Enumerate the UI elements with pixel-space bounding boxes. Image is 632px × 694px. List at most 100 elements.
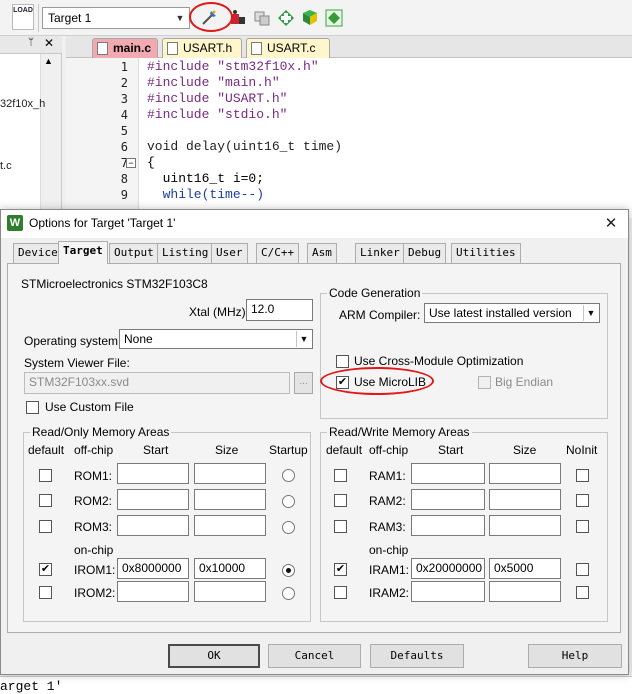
irom1-label: IROM1: xyxy=(74,563,116,577)
tab-usart-c[interactable]: USART.c xyxy=(246,38,330,58)
rom3-start-input[interactable] xyxy=(117,515,189,536)
line-number: 2 xyxy=(120,76,128,90)
iram2-default-checkbox[interactable] xyxy=(334,586,347,599)
irom2-size-input[interactable] xyxy=(194,581,266,602)
chevron-down-icon[interactable]: ▼ xyxy=(296,331,311,347)
iram1-default-checkbox[interactable]: ✔ xyxy=(334,563,347,576)
ok-button[interactable]: OK xyxy=(168,644,260,668)
ram3-size-input[interactable] xyxy=(489,515,561,536)
ram1-start-input[interactable] xyxy=(411,463,485,484)
tab-target[interactable]: Target xyxy=(58,241,108,264)
ram2-start-input[interactable] xyxy=(411,489,485,510)
rom2-default-checkbox[interactable] xyxy=(39,494,52,507)
close-icon[interactable]: ✕ xyxy=(44,36,54,50)
tab-utilities[interactable]: Utilities xyxy=(451,243,521,263)
irom2-start-input[interactable] xyxy=(117,581,189,602)
tab-listing[interactable]: Listing xyxy=(157,243,214,263)
cross-module-checkbox[interactable] xyxy=(336,355,349,368)
rom1-start-input[interactable] xyxy=(117,463,189,484)
use-custom-file-checkbox[interactable] xyxy=(26,401,39,414)
irom1-default-checkbox[interactable]: ✔ xyxy=(39,563,52,576)
keil-logo-icon: W xyxy=(7,215,23,231)
iram2-size-input[interactable] xyxy=(489,581,561,602)
tab-debug[interactable]: Debug xyxy=(403,243,447,263)
iram1-size-input[interactable]: 0x5000 xyxy=(489,558,561,579)
line-number: 4 xyxy=(120,108,128,122)
iram2-start-input[interactable] xyxy=(411,581,485,602)
rom2-startup-radio[interactable] xyxy=(282,495,295,508)
copy-icon[interactable] xyxy=(252,8,272,28)
tab-usart-h[interactable]: USART.h xyxy=(162,38,242,58)
iram2-noinit-checkbox[interactable] xyxy=(576,586,589,599)
ram2-size-input[interactable] xyxy=(489,489,561,510)
load-icon[interactable]: LOAD xyxy=(12,4,34,30)
tab-device[interactable]: Device xyxy=(13,243,63,263)
rom3-size-input[interactable] xyxy=(194,515,266,536)
rom3-default-checkbox[interactable] xyxy=(39,520,52,533)
annotation-circle-microlib xyxy=(320,367,434,395)
code-line: { xyxy=(147,155,155,170)
tab-user[interactable]: User xyxy=(211,243,248,263)
rom1-startup-radio[interactable] xyxy=(282,469,295,482)
toolbar: LOAD Target 1 ▼ xyxy=(0,0,632,36)
project-tree-item[interactable]: t.c xyxy=(0,160,12,172)
close-button[interactable]: ✕ xyxy=(599,214,623,234)
big-endian-checkbox[interactable] xyxy=(478,376,491,389)
project-tree-item[interactable]: 32f10x_h xyxy=(0,98,45,110)
arm-compiler-select[interactable]: Use latest installed version ▼ xyxy=(424,303,600,323)
manage-components-icon[interactable] xyxy=(276,8,296,28)
ram2-label: RAM2: xyxy=(369,494,406,508)
code-editor[interactable]: #include "stm32f10x.h" #include "main.h"… xyxy=(138,58,632,218)
svd-browse-button[interactable]: ... xyxy=(294,372,313,394)
help-button[interactable]: Help xyxy=(528,644,622,668)
cancel-button[interactable]: Cancel xyxy=(268,644,361,668)
chevron-down-icon[interactable]: ▼ xyxy=(173,10,187,26)
column-size: Size xyxy=(215,443,239,457)
iram1-noinit-checkbox[interactable] xyxy=(576,563,589,576)
dialog-titlebar[interactable]: W Options for Target 'Target 1' ✕ xyxy=(1,210,628,238)
svd-file-input[interactable]: STM32F103xx.svd xyxy=(24,372,290,394)
rom1-size-input[interactable] xyxy=(194,463,266,484)
xtal-input[interactable]: 12.0 xyxy=(246,299,313,321)
irom1-size-input[interactable]: 0x10000 xyxy=(194,558,266,579)
line-number: 3 xyxy=(120,92,128,106)
load-icon-text: LOAD xyxy=(13,7,33,14)
rom1-default-checkbox[interactable] xyxy=(39,469,52,482)
rom2-size-input[interactable] xyxy=(194,489,266,510)
irom2-default-checkbox[interactable] xyxy=(39,586,52,599)
pin-icon[interactable]: ᛘ xyxy=(28,37,34,48)
rom2-label: ROM2: xyxy=(74,494,113,508)
ram3-start-input[interactable] xyxy=(411,515,485,536)
on-chip-label: on-chip xyxy=(74,543,114,557)
irom1-start-input[interactable]: 0x8000000 xyxy=(117,558,189,579)
tab-linker[interactable]: Linker xyxy=(355,243,405,263)
ram1-default-checkbox[interactable] xyxy=(334,469,347,482)
line-number: 5 xyxy=(120,124,128,138)
target-select[interactable]: Target 1 ▼ xyxy=(42,7,190,29)
ram2-noinit-checkbox[interactable] xyxy=(576,494,589,507)
iram1-start-input[interactable]: 0x20000000 xyxy=(411,558,485,579)
tab-asm[interactable]: Asm xyxy=(307,243,337,263)
os-label: Operating system: xyxy=(24,334,122,348)
ram3-noinit-checkbox[interactable] xyxy=(576,520,589,533)
ram1-size-input[interactable] xyxy=(489,463,561,484)
rom3-label: ROM3: xyxy=(74,520,113,534)
pack-installer-icon[interactable] xyxy=(300,8,320,28)
tab-label: USART.h xyxy=(183,41,233,55)
os-select[interactable]: None ▼ xyxy=(119,329,313,349)
defaults-button[interactable]: Defaults xyxy=(370,644,464,668)
tab-main-c[interactable]: main.c xyxy=(92,38,158,58)
tab-c-cpp[interactable]: C/C++ xyxy=(256,243,300,263)
pack-diamond-icon[interactable] xyxy=(324,8,344,28)
ram3-default-checkbox[interactable] xyxy=(334,520,347,533)
fold-toggle-icon[interactable]: − xyxy=(126,158,136,168)
rom2-start-input[interactable] xyxy=(117,489,189,510)
chevron-down-icon[interactable]: ▼ xyxy=(583,305,598,321)
ram1-noinit-checkbox[interactable] xyxy=(576,469,589,482)
irom1-startup-radio[interactable] xyxy=(282,564,295,577)
irom2-startup-radio[interactable] xyxy=(282,587,295,600)
tab-output[interactable]: Output xyxy=(109,243,159,263)
rom3-startup-radio[interactable] xyxy=(282,521,295,534)
scroll-up-icon[interactable]: ▲ xyxy=(44,56,53,66)
ram2-default-checkbox[interactable] xyxy=(334,494,347,507)
